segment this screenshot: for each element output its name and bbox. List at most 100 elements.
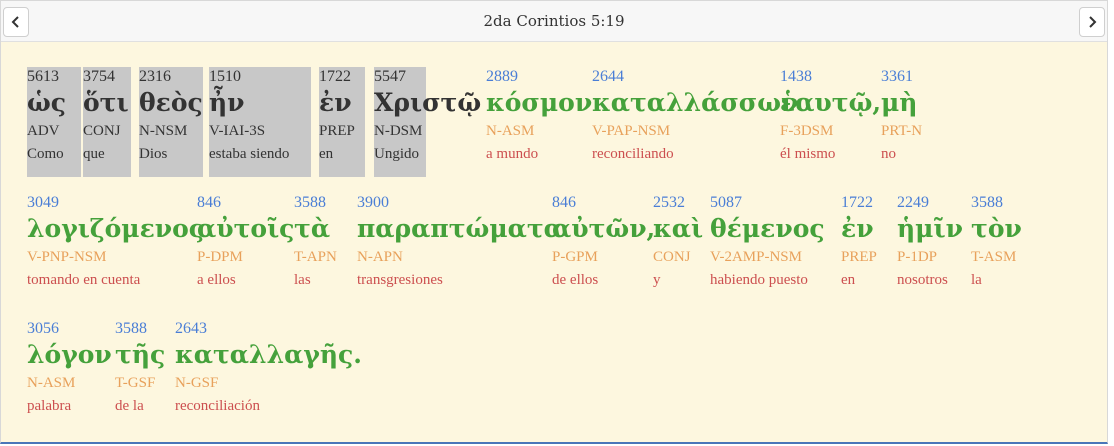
strong-number: 846 [552,194,576,211]
greek-word: παραπτώματα [357,214,563,243]
greek-word: ἦν [209,88,245,117]
interlinear-word[interactable]: 2643 καταλλαγῆς. N-GSF reconciliación [175,319,362,429]
strong-number: 1438 [780,68,812,85]
spanish-gloss: palabra [27,398,72,414]
spanish-gloss: de ellos [552,272,599,288]
spanish-gloss: las [294,272,311,288]
interlinear-word[interactable]: 2532 καὶ CONJ y [653,193,703,303]
interlinear-word[interactable]: 3900 παραπτώματα N-APN transgresiones [357,193,563,303]
spanish-gloss: transgresiones [357,272,443,288]
strong-number: 5613 [27,68,59,85]
strong-number: 2644 [592,68,624,85]
greek-word: μὴ [881,88,918,117]
morphology-code: PREP [319,123,355,139]
interlinear-word[interactable]: 5087 θέμενος V-2AMP-NSM habiendo puesto [710,193,825,303]
interlinear-word[interactable]: 3049 λογιζόμενος V-PNP-NSM tomando en cuent… [27,193,204,303]
spanish-gloss: en [319,146,334,162]
greek-word: καταλλάσσων [592,88,799,117]
morphology-code: V-2AMP-NSM [710,249,802,265]
greek-word: ἐν [841,214,874,243]
morphology-code: N-ASM [486,123,535,139]
morphology-code: N-DSM [374,123,423,139]
morphology-code: T-APN [294,249,337,265]
morphology-code: N-NSM [139,123,188,139]
strong-number: 3588 [294,194,326,211]
interlinear-word[interactable]: 1722 ἐν PREP en [319,67,365,177]
strong-number: 3049 [27,194,59,211]
morphology-code: CONJ [653,249,691,265]
spanish-gloss: habiendo puesto [710,272,808,288]
next-verse-button[interactable] [1079,7,1105,37]
interlinear-word[interactable]: 5613 ὡς ADV Como [27,67,81,177]
greek-word: ὅτι [83,88,129,117]
strong-number: 2249 [897,194,929,211]
morphology-code: N-ASM [27,375,76,391]
spanish-gloss: a mundo [486,146,539,162]
greek-word: τὰ [294,214,331,243]
spanish-gloss: nosotros [897,272,948,288]
greek-word: θέμενος [710,214,825,243]
spanish-gloss: estaba siendo [209,146,290,162]
strong-number: 846 [197,194,221,211]
spanish-gloss: reconciliando [592,146,674,162]
interlinear-word[interactable]: 2249 ἡμῖν P-1DP nosotros [897,193,963,303]
strong-number: 3588 [115,320,147,337]
spanish-gloss: Dios [139,146,168,162]
strong-number: 1722 [841,194,873,211]
morphology-code: V-PNP-NSM [27,249,107,265]
morphology-code: CONJ [83,123,121,139]
strong-number: 2316 [139,68,171,85]
morphology-code: T-ASM [971,249,1017,265]
interlinear-word[interactable]: 3056 λόγον N-ASM palabra [27,319,112,429]
greek-word: ἐν [319,88,352,117]
interlinear-word[interactable]: 3588 τῆς T-GSF de la [115,319,165,429]
strong-number: 3361 [881,68,913,85]
greek-word: κόσμον [486,88,593,117]
interlinear-word[interactable]: 3588 τὰ T-APN las [294,193,337,303]
greek-word: καταλλαγῆς. [175,340,362,369]
morphology-code: PREP [841,249,877,265]
greek-word: Χριστῷ [374,88,482,117]
strong-number: 2889 [486,68,518,85]
strong-number: 1510 [209,68,241,85]
interlinear-word[interactable]: 1510 ἦν V-IAI-3S estaba siendo [209,67,311,177]
interlinear-word[interactable]: 3588 τὸν T-ASM la [971,193,1022,303]
spanish-gloss: en [841,272,856,288]
greek-word: ἑαυτῷ, [780,88,882,117]
interlinear-word[interactable]: 1722 ἐν PREP en [841,193,877,303]
interlinear-word[interactable]: 2316 θεὸς N-NSM Dios [139,67,203,177]
interlinear-word[interactable]: 846 αὐτοῖς P-DPM a ellos [197,193,294,303]
greek-word: ὡς [27,88,67,117]
interlinear-word[interactable]: 1438 ἑαυτῷ, F-3DSM él mismo [780,67,881,177]
strong-number: 3754 [83,68,115,85]
morphology-code: T-GSF [115,375,156,391]
spanish-gloss: la [971,272,982,288]
interlinear-panel: 2da Corintios 5:19 5613 ὡς ADV Como 3754 ὅτι C… [0,0,1108,444]
strong-number: 3056 [27,320,59,337]
morphology-code: P-GPM [552,249,598,265]
interlinear-word[interactable]: 2644 καταλλάσσων V-PAP-NSM reconciliando [592,67,798,177]
morphology-code: PRT-N [881,123,923,139]
verse-header: 2da Corintios 5:19 [1,1,1107,42]
interlinear-word[interactable]: 846 αὐτῶν, P-GPM de ellos [552,193,655,303]
spanish-gloss: tomando en cuenta [27,272,141,288]
strong-number: 2532 [653,194,685,211]
strong-number: 2643 [175,320,207,337]
greek-word: τὸν [971,214,1022,243]
chevron-right-icon [1089,16,1097,28]
greek-word: αὐτοῖς [197,214,295,243]
greek-word: λόγον [27,340,112,369]
spanish-gloss: a ellos [197,272,236,288]
greek-word: ἡμῖν [897,214,963,243]
interlinear-word[interactable]: 3754 ὅτι CONJ que [83,67,131,177]
greek-word: καὶ [653,214,704,243]
spanish-gloss: que [83,146,105,162]
strong-number: 5547 [374,68,406,85]
spanish-gloss: él mismo [780,146,836,162]
morphology-code: P-DPM [197,249,243,265]
strong-number: 1722 [319,68,351,85]
interlinear-word[interactable]: 3361 μὴ PRT-N no [881,67,922,177]
interlinear-word[interactable]: 2889 κόσμον N-ASM a mundo [486,67,592,177]
spanish-gloss: Ungido [374,146,419,162]
interlinear-word[interactable]: 5547 Χριστῷ N-DSM Ungido [374,67,481,177]
